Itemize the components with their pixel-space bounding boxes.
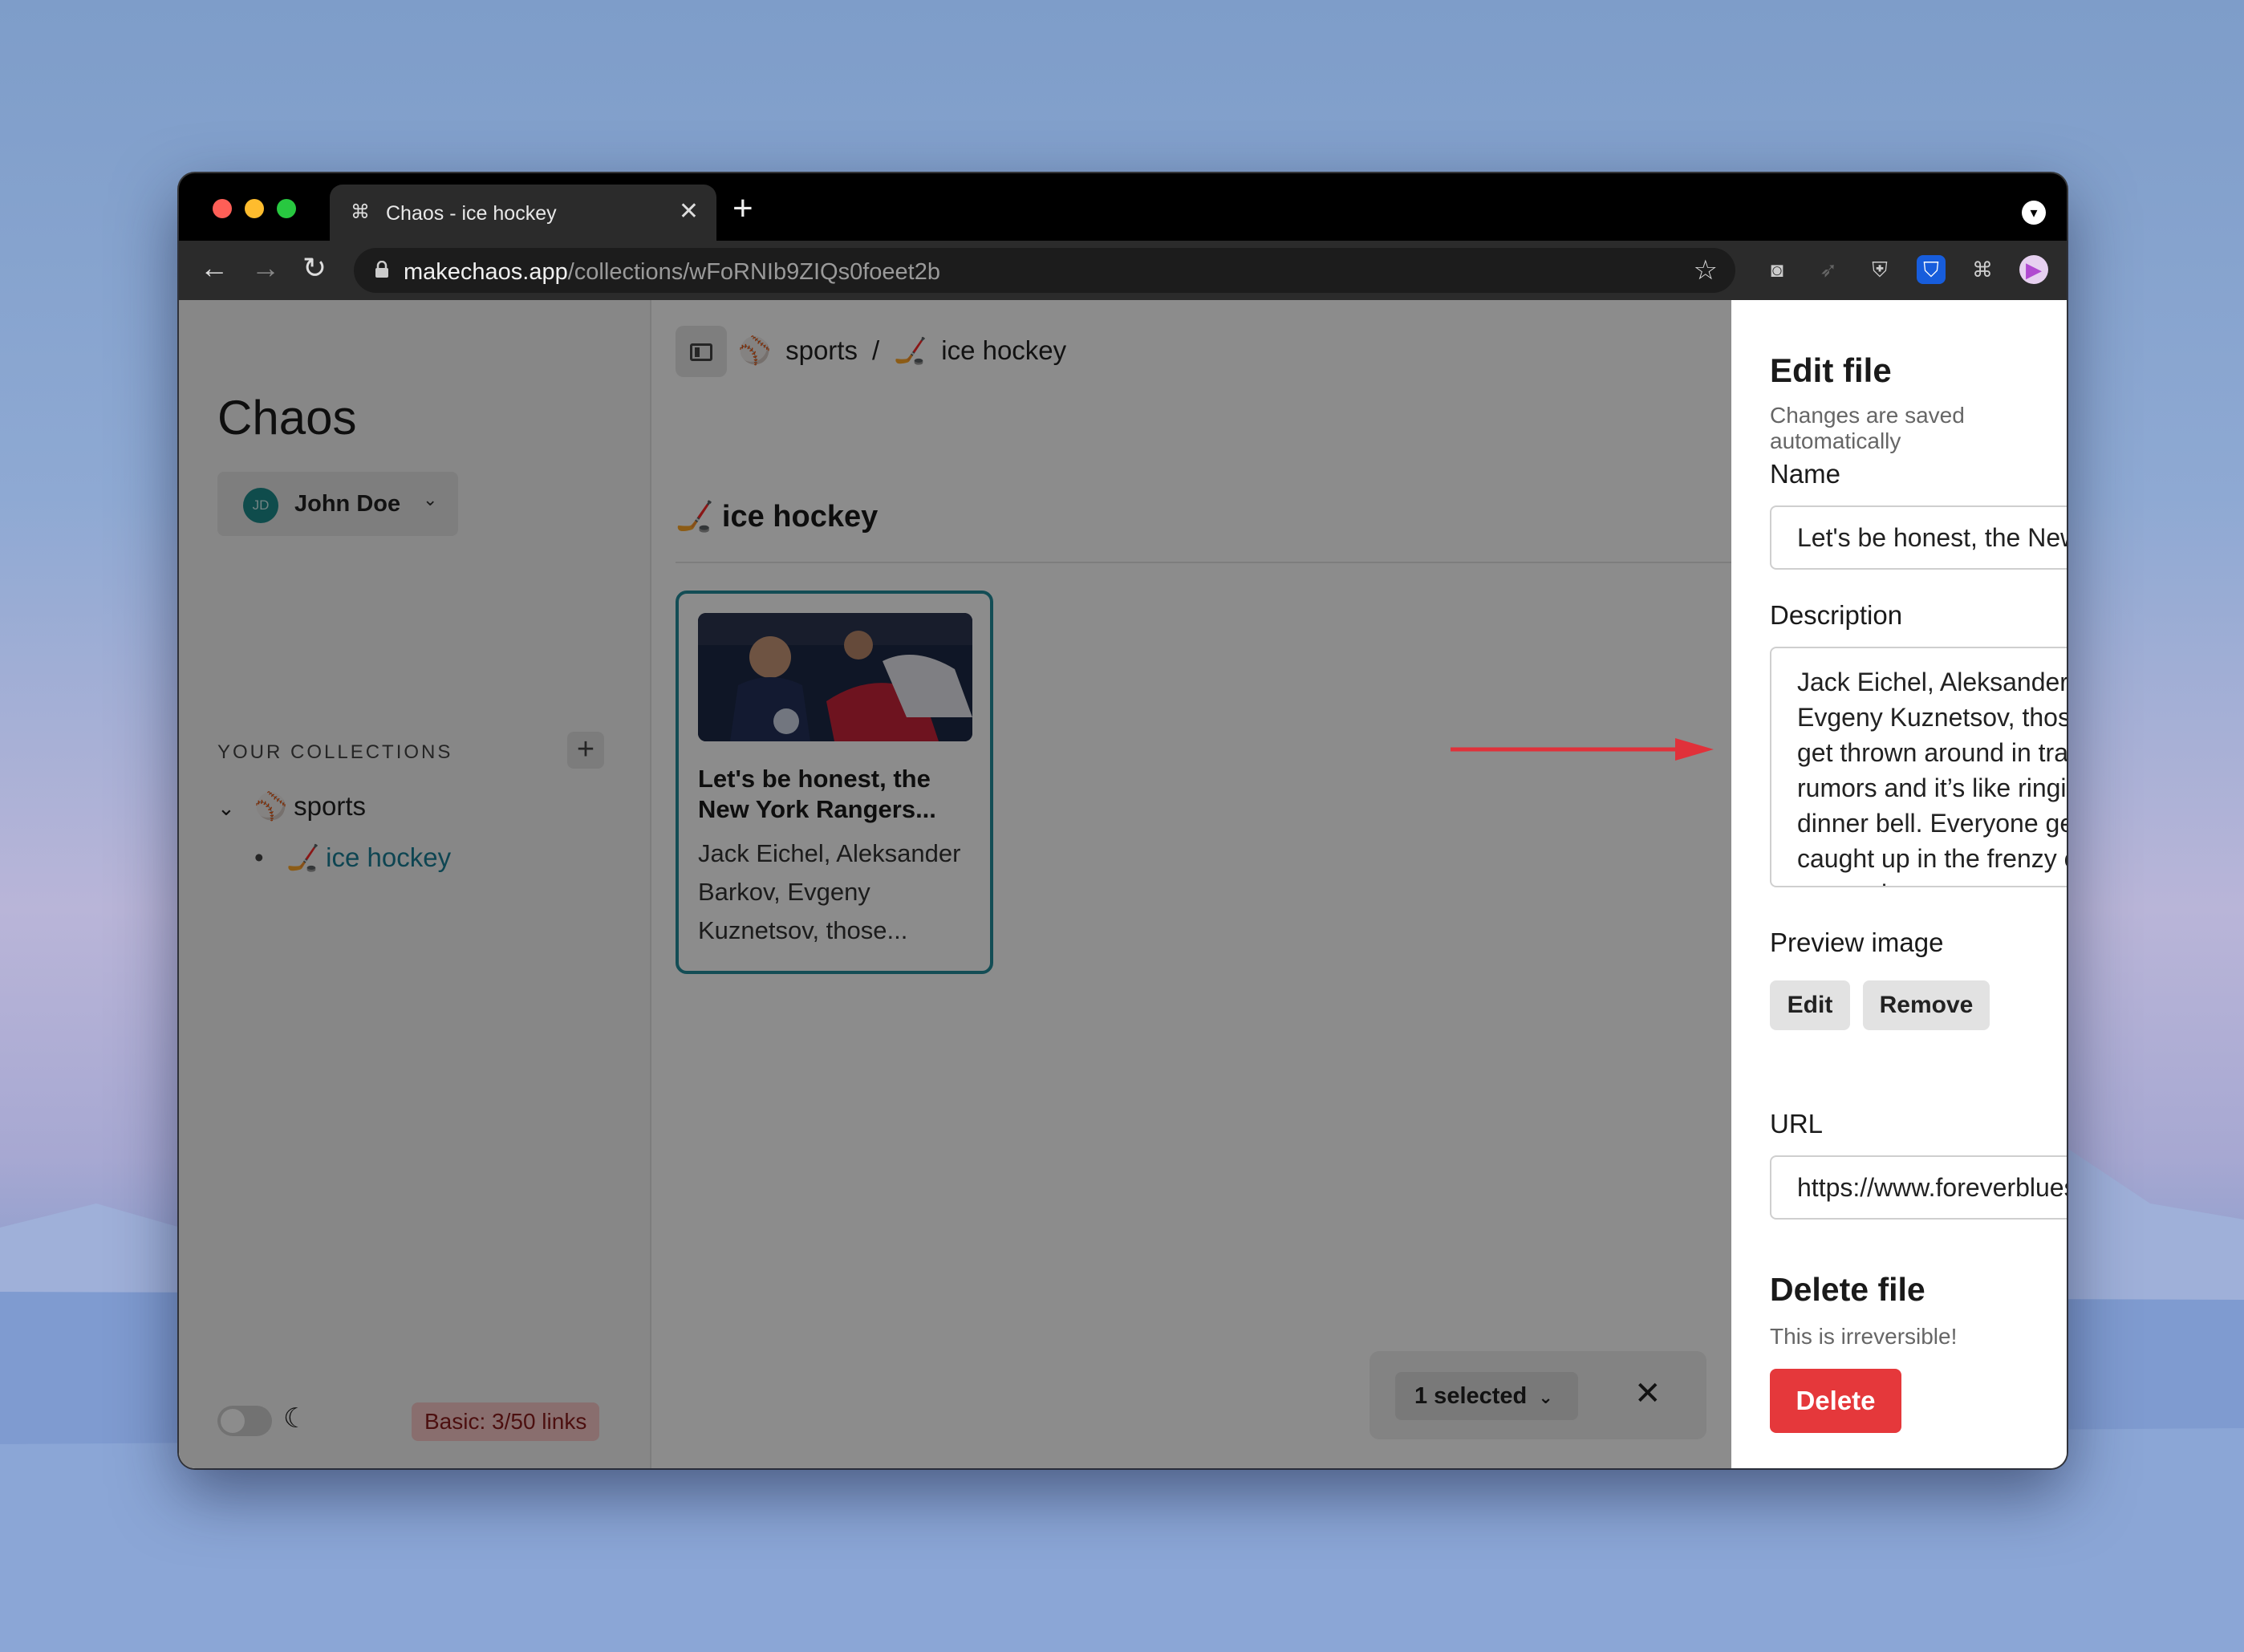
annotation-arrow xyxy=(1451,738,1714,761)
tab-bar: ⌘ Chaos - ice hockey ✕ + ▾ xyxy=(179,173,2067,241)
close-tab-icon[interactable]: ✕ xyxy=(679,197,699,225)
delete-button[interactable]: Delete xyxy=(1770,1369,1901,1433)
browser-tab[interactable]: ⌘ Chaos - ice hockey ✕ xyxy=(330,185,716,241)
panel-title: Edit file xyxy=(1770,351,1892,389)
bookmark-star-icon[interactable]: ☆ xyxy=(1694,254,1718,286)
lock-icon xyxy=(375,261,388,278)
camera-extension-icon[interactable]: ◙ xyxy=(1763,255,1792,284)
delete-warning: This is irreversible! xyxy=(1770,1324,1958,1349)
browser-toolbar: ← → ↻ makechaos.app/collections/wFoRNIb9… xyxy=(179,241,2067,300)
reload-icon[interactable]: ↻ xyxy=(302,252,327,284)
address-bar[interactable]: makechaos.app/collections/wFoRNIb9ZIQs0f… xyxy=(354,248,1735,293)
url-text: makechaos.app/collections/wFoRNIb9ZIQs0f… xyxy=(404,259,940,285)
remove-preview-button[interactable]: Remove xyxy=(1863,980,1990,1030)
modal-backdrop[interactable] xyxy=(179,300,1731,1468)
edit-file-panel: ✕ Edit file Changes are saved automatica… xyxy=(1731,300,2067,1468)
zoom-window-button[interactable] xyxy=(277,199,296,218)
rocket-extension-icon[interactable]: ➶ xyxy=(1814,255,1843,284)
tab-title: Chaos - ice hockey xyxy=(386,202,557,225)
description-field[interactable]: Jack Eichel, Aleksander Barkov, Evgeny K… xyxy=(1770,647,2067,887)
delete-heading: Delete file xyxy=(1770,1271,1925,1308)
name-field[interactable]: Let's be honest, the New York R xyxy=(1770,505,2067,570)
minimize-window-button[interactable] xyxy=(245,199,264,218)
new-tab-button[interactable]: + xyxy=(732,189,753,228)
chaos-favicon-icon: ⌘ xyxy=(351,201,370,223)
back-arrow-icon[interactable]: ← xyxy=(200,252,229,284)
play-extension-icon[interactable]: ▶ xyxy=(2019,255,2048,284)
panel-subtitle: Changes are saved automatically xyxy=(1770,403,1965,453)
tab-search-icon[interactable]: ▾ xyxy=(2022,201,2046,225)
browser-window: ⌘ Chaos - ice hockey ✕ + ▾ ← → ↻ makecha… xyxy=(179,173,2067,1468)
chaos-extension-icon[interactable]: ⌘ xyxy=(1968,255,1997,284)
close-window-button[interactable] xyxy=(213,199,232,218)
forward-arrow-icon[interactable]: → xyxy=(251,252,280,284)
edit-preview-button[interactable]: Edit xyxy=(1770,980,1850,1030)
url-label: URL xyxy=(1770,1109,1824,1139)
name-label: Name xyxy=(1770,459,1841,489)
ublock-extension-icon[interactable]: ⛨ xyxy=(1865,255,1894,284)
bitwarden-extension-icon[interactable]: ⛉ xyxy=(1917,255,1946,284)
url-field[interactable]: https://www.foreverblues xyxy=(1770,1155,2067,1220)
description-label: Description xyxy=(1770,600,1903,630)
preview-image-label: Preview image xyxy=(1770,927,1944,957)
app-viewport: Chaos JD John Doe ⌄ YOUR COLLECTIONS + ⌄… xyxy=(179,300,2067,1468)
description-text: Jack Eichel, Aleksander Barkov, Evgeny K… xyxy=(1797,668,2067,886)
